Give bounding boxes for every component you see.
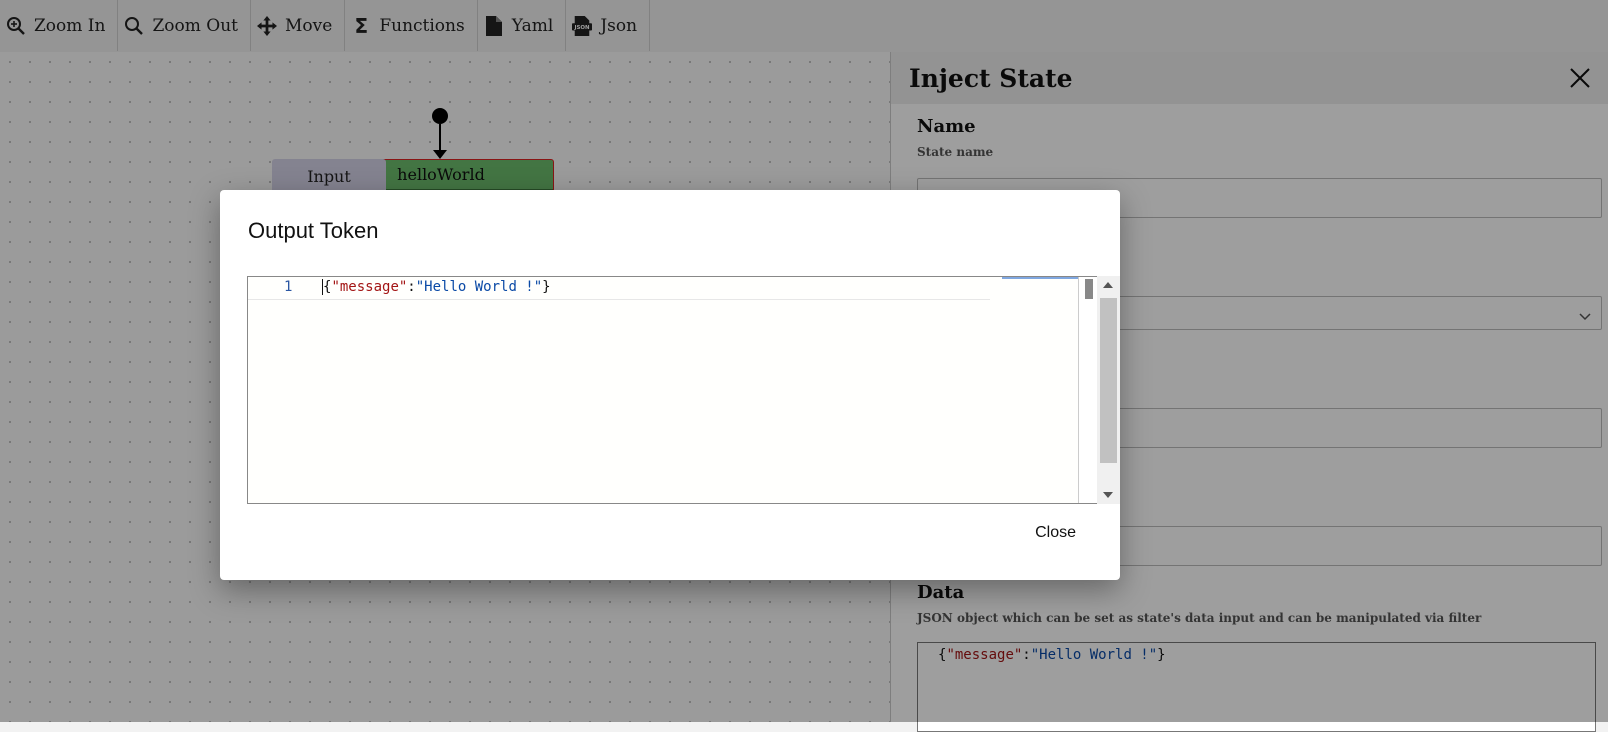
scroll-up-icon[interactable] (1103, 282, 1113, 288)
json-brace-close: } (542, 279, 551, 295)
scroll-thumb[interactable] (1100, 298, 1117, 463)
json-value: "Hello World !" (415, 279, 543, 295)
dialog-title: Output Token (248, 218, 379, 243)
minimap-viewport[interactable] (1002, 277, 1078, 279)
json-colon: : (407, 279, 416, 295)
line-number: 1 (284, 279, 293, 295)
json-key: "message" (331, 279, 408, 295)
output-token-dialog: Output Token 1 {"message":"Hello World !… (220, 190, 1120, 580)
close-button[interactable]: Close (1027, 518, 1084, 548)
dialog-scrollbar[interactable] (1097, 276, 1120, 504)
editor-scrollbar[interactable] (1078, 277, 1099, 503)
scroll-down-icon[interactable] (1103, 492, 1113, 498)
code-editor[interactable]: 1 {"message":"Hello World !"} (247, 276, 1099, 504)
code-line[interactable]: {"message":"Hello World !"} (322, 279, 551, 295)
editor-scroll-thumb[interactable] (1085, 279, 1093, 299)
